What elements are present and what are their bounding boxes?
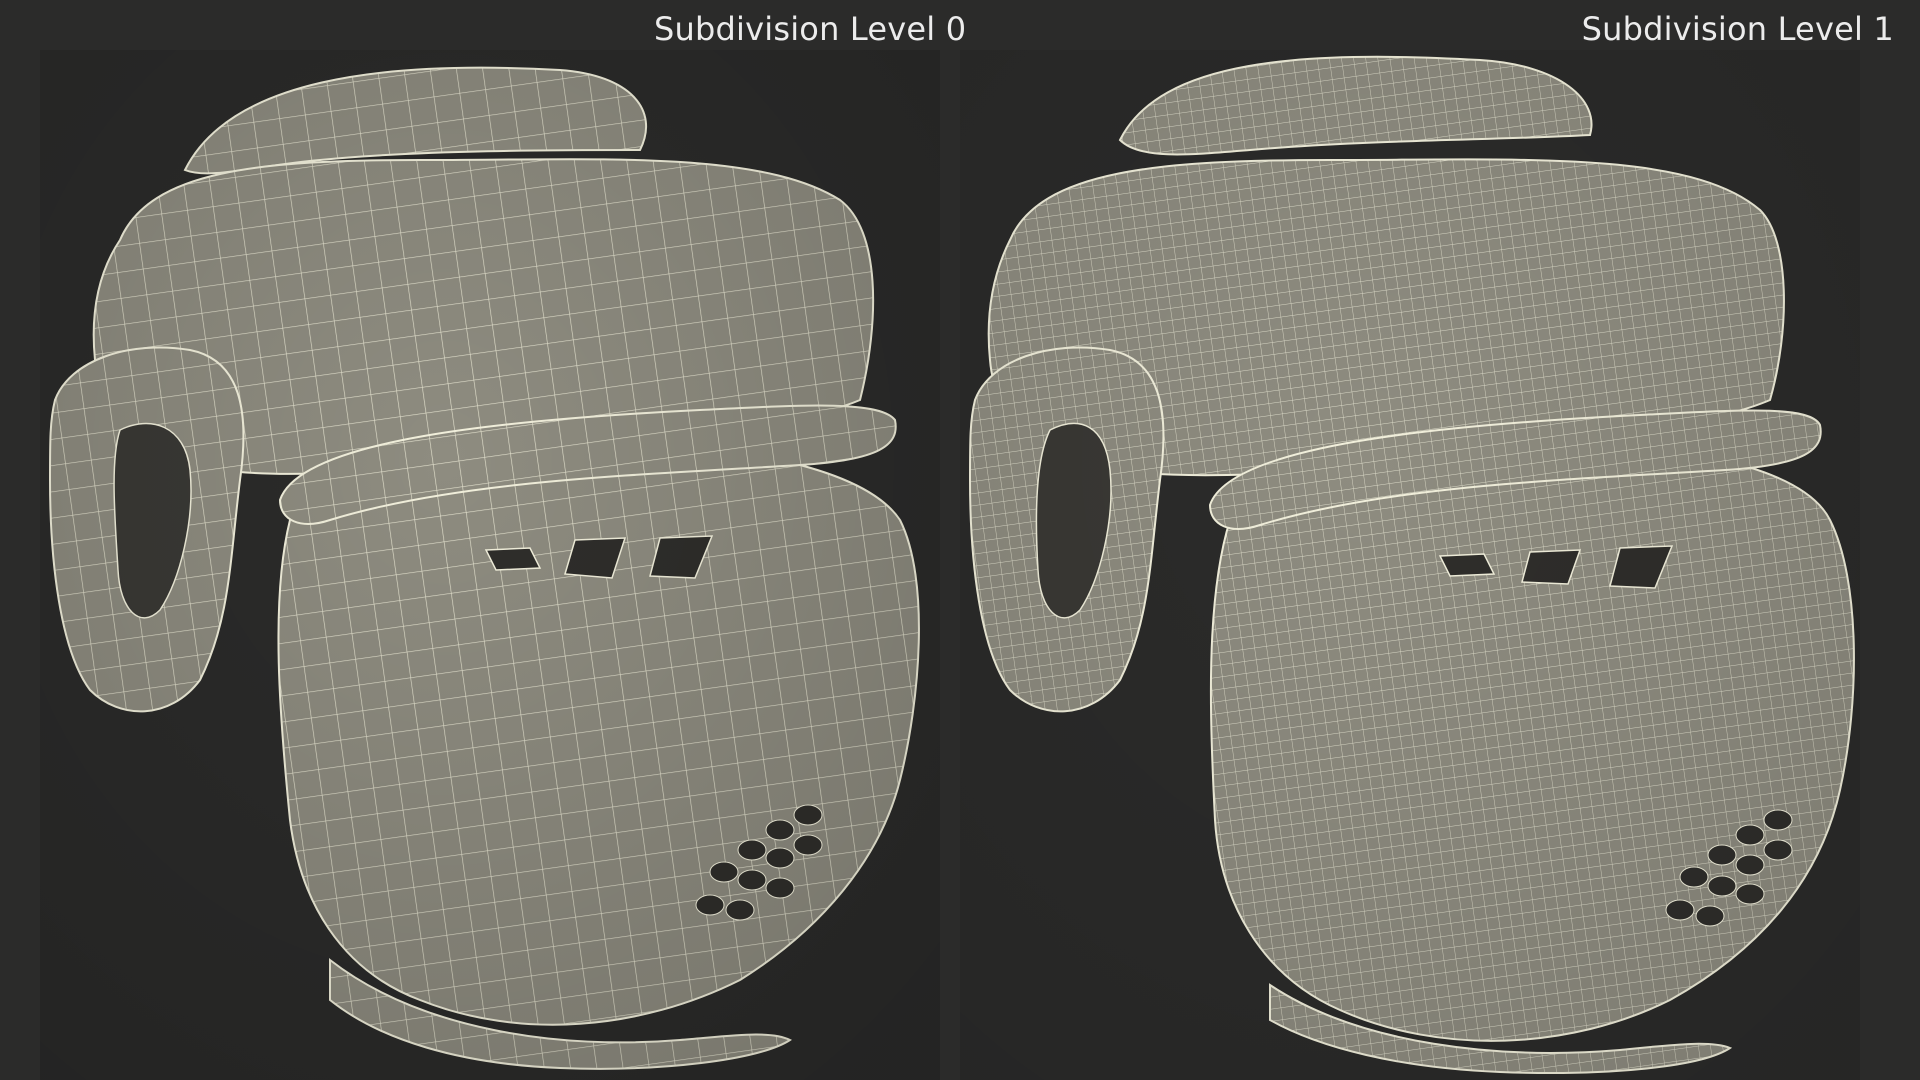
render-canvas [40,50,1860,1080]
helmet-level-0 [40,50,940,1080]
viewport: Subdivision Level 0 Subdivision Level 1 [0,0,1920,1080]
subdivision-level-1-label: Subdivision Level 1 [1581,10,1894,48]
subdivision-level-0-label: Subdivision Level 0 [654,10,967,48]
helmet-level-1 [960,50,1860,1080]
